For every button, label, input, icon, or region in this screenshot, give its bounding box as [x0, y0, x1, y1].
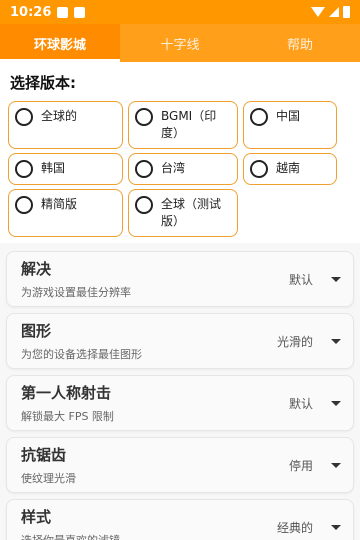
radio-circle-icon: [15, 108, 33, 126]
radio-circle-icon: [135, 108, 153, 126]
clock: 10:26: [10, 4, 52, 20]
setting-value: 光滑的: [276, 334, 313, 349]
setting-value: 经典的: [276, 520, 313, 535]
option-label: 全球的: [41, 109, 78, 123]
dropdown-arrow-icon[interactable]: [331, 524, 341, 530]
setting-subtitle: 为游戏设置最佳分辨率: [21, 286, 131, 299]
setting-fps[interactable]: 第一人称射击 解锁最大 FPS 限制 默认: [6, 375, 354, 431]
dropdown-arrow-icon[interactable]: [331, 338, 341, 344]
setting-subtitle: 选择你最喜欢的滤镜: [21, 532, 277, 540]
settings-list: 解决 为游戏设置最佳分辨率 默认 图形 为您的设备选择最佳图形 光滑的 第一人称…: [0, 243, 360, 540]
version-option-vietnam[interactable]: 越南: [243, 153, 337, 185]
version-option-global-beta[interactable]: 全球（测试版）: [128, 189, 238, 237]
setting-title: 解决: [21, 260, 52, 278]
option-label: 越南: [276, 161, 301, 175]
cellular-signal-icon: [329, 7, 339, 17]
option-label: 中国: [276, 109, 301, 123]
setting-value: 默认: [288, 396, 313, 411]
option-label: 韩国: [41, 161, 66, 175]
radio-circle-icon: [250, 160, 268, 178]
dropdown-arrow-icon[interactable]: [331, 276, 341, 282]
version-option-korea[interactable]: 韩国: [8, 153, 123, 185]
image-notification-icon: [57, 6, 69, 18]
tab-bar: 环球影城 十字线 帮助: [0, 24, 360, 62]
version-option-taiwan[interactable]: 台湾: [128, 153, 238, 185]
radio-circle-icon: [135, 160, 153, 178]
version-option-china[interactable]: 中国: [243, 101, 337, 149]
setting-title: 样式: [21, 508, 52, 526]
app-notification-icon: [74, 6, 86, 18]
version-section: 选择版本: 全球的 BGMI（印度） 中国 韩国 台湾 越南 精简版 全球（测试…: [0, 62, 360, 243]
radio-circle-icon: [15, 196, 33, 214]
radio-circle-icon: [15, 160, 33, 178]
battery-icon: [343, 6, 350, 18]
tab-help[interactable]: 帮助: [240, 24, 360, 62]
version-options: 全球的 BGMI（印度） 中国 韩国 台湾 越南 精简版 全球（测试版）: [8, 101, 352, 237]
section-title: 选择版本:: [10, 74, 76, 92]
version-option-lite[interactable]: 精简版: [8, 189, 123, 237]
dropdown-arrow-icon[interactable]: [331, 400, 341, 406]
radio-circle-icon: [250, 108, 268, 126]
dropdown-arrow-icon[interactable]: [331, 462, 341, 468]
setting-resolution[interactable]: 解决 为游戏设置最佳分辨率 默认: [6, 251, 354, 307]
setting-subtitle: 使纹理光滑: [21, 472, 76, 485]
version-option-bgmi[interactable]: BGMI（印度）: [128, 101, 238, 149]
setting-anti-aliasing[interactable]: 抗锯齿 使纹理光滑 停用: [6, 437, 354, 493]
setting-value: 默认: [288, 272, 313, 287]
setting-graphics[interactable]: 图形 为您的设备选择最佳图形 光滑的: [6, 313, 354, 369]
setting-title: 抗锯齿: [21, 446, 67, 464]
option-label: 台湾: [161, 161, 186, 175]
option-label: 全球（测试版）: [161, 197, 222, 228]
tab-universal-studios[interactable]: 环球影城: [0, 24, 120, 62]
wifi-icon: [311, 7, 325, 17]
option-label: BGMI（印度）: [161, 109, 217, 140]
tab-crosshair[interactable]: 十字线: [120, 24, 240, 62]
setting-style[interactable]: 样式 选择你最喜欢的滤镜 经典的: [6, 499, 354, 540]
version-option-global[interactable]: 全球的: [8, 101, 123, 149]
setting-subtitle: 解锁最大 FPS 限制: [21, 410, 114, 423]
option-label: 精简版: [41, 197, 78, 211]
radio-circle-icon: [135, 196, 153, 214]
setting-title: 图形: [21, 322, 52, 340]
setting-title: 第一人称射击: [21, 384, 112, 402]
status-bar: 10:26: [0, 0, 360, 24]
setting-value: 停用: [288, 458, 313, 473]
setting-subtitle: 为您的设备选择最佳图形: [21, 348, 142, 361]
